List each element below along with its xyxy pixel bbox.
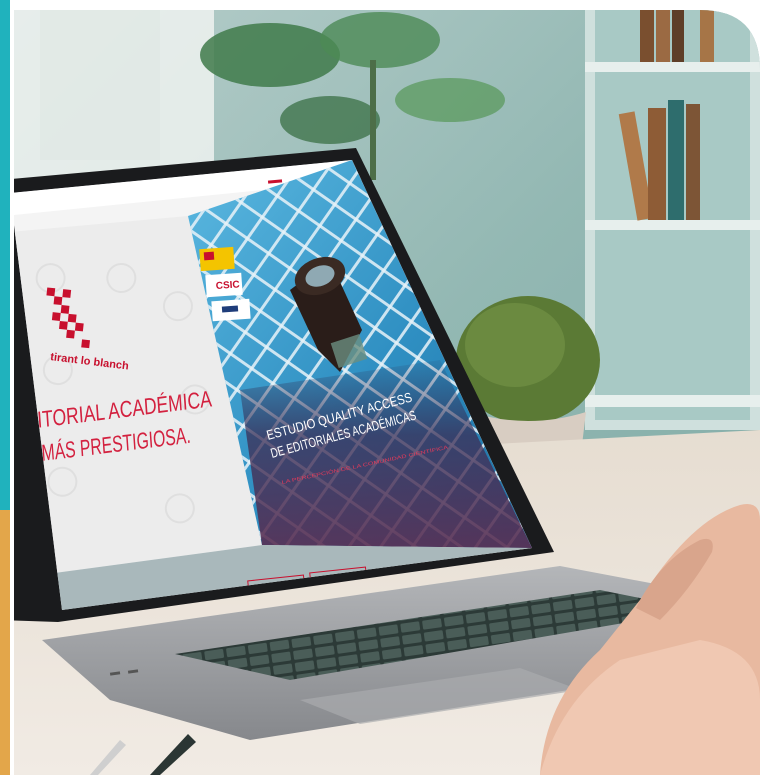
accent-stripe-teal	[0, 0, 10, 510]
photo-frame: tirant lo blanch EDITORIAL ACADÉMICA MÁS…	[0, 0, 760, 775]
laptop-photo: tirant lo blanch EDITORIAL ACADÉMICA MÁS…	[0, 0, 760, 775]
accent-stripe-amber	[0, 510, 10, 775]
bookshelf	[585, 10, 760, 430]
badge-csic: CSIC	[215, 279, 240, 292]
